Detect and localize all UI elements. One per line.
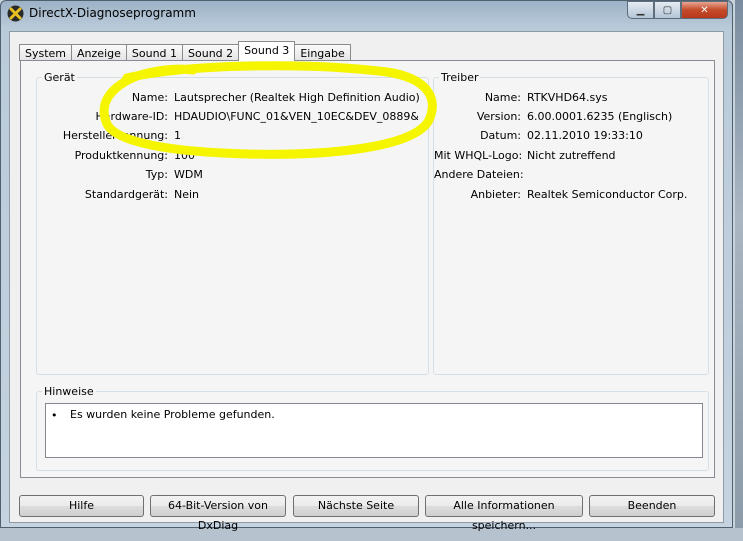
device-name-label: Name:: [131, 91, 168, 104]
driver-date-row: Datum: 02.11.2010 19:33:10: [434, 129, 710, 143]
device-vendor-label: Herstellerkennung:: [62, 129, 168, 142]
device-product-row: Produktkennung: 100: [37, 149, 430, 163]
maximize-button[interactable]: ▢: [654, 1, 681, 19]
device-hwid-label: Hardware-ID:: [95, 110, 169, 123]
dxdiag-64bit-button[interactable]: 64-Bit-Version von DxDiag: [150, 495, 286, 532]
tab-anzeige[interactable]: Anzeige: [71, 44, 127, 61]
driver-date-label: Datum:: [480, 129, 521, 142]
device-name-row: Name: Lautsprecher (Realtek High Definit…: [37, 91, 430, 105]
note-bullet: •: [51, 409, 58, 422]
device-group-title: Gerät: [42, 71, 77, 84]
minimize-button[interactable]: ▁: [627, 1, 654, 19]
tab-sound-3[interactable]: Sound 3: [238, 41, 296, 61]
device-type-row: Typ: WDM: [37, 168, 430, 182]
tab-strip: System Anzeige Sound 1 Sound 2 Sound 3 E…: [19, 41, 351, 61]
driver-name-value: RTKVHD64.sys: [527, 91, 608, 104]
notes-textbox[interactable]: • Es wurden keine Probleme gefunden.: [45, 403, 703, 458]
notes-group: Hinweise • Es wurden keine Probleme gefu…: [36, 385, 709, 471]
next-page-button[interactable]: Nächste Seite: [293, 495, 419, 517]
device-hwid-value: HDAUDIO\FUNC_01&VEN_10EC&DEV_0889&SUBS: [174, 110, 418, 123]
tab-eingabe[interactable]: Eingabe: [294, 44, 351, 61]
directx-app-icon: [7, 5, 24, 22]
device-product-label: Produktkennung:: [74, 149, 168, 162]
save-all-info-button[interactable]: Alle Informationen speichern...: [425, 495, 583, 532]
device-default-label: Standardgerät:: [84, 188, 168, 201]
dialog-client-area: System Anzeige Sound 1 Sound 2 Sound 3 E…: [9, 31, 724, 532]
driver-version-row: Version: 6.00.0001.6235 (Englisch): [434, 110, 710, 124]
dxdiag-window: DirectX-Diagnoseprogramm ▁ ▢ ✕ System An…: [0, 0, 734, 532]
driver-name-row: Name: RTKVHD64.sys: [434, 91, 710, 105]
driver-whql-value: Nicht zutreffend: [527, 149, 616, 162]
help-button[interactable]: Hilfe: [19, 495, 144, 517]
title-bar[interactable]: DirectX-Diagnoseprogramm ▁ ▢ ✕: [1, 1, 734, 27]
driver-otherfiles-row: Andere Dateien:: [434, 168, 710, 182]
device-group: Gerät Name: Lautsprecher (Realtek High D…: [36, 71, 430, 375]
tab-system[interactable]: System: [19, 44, 73, 61]
driver-provider-label: Anbieter:: [470, 188, 521, 201]
tab-sound-1[interactable]: Sound 1: [125, 44, 184, 61]
close-button[interactable]: ✕: [681, 1, 728, 19]
tab-sound-2[interactable]: Sound 2: [182, 44, 240, 61]
device-name-value: Lautsprecher (Realtek High Definition Au…: [174, 91, 420, 104]
exit-button[interactable]: Beenden: [589, 495, 715, 517]
driver-group: Treiber Name: RTKVHD64.sys Version: 6.00…: [433, 71, 710, 375]
window-title: DirectX-Diagnoseprogramm: [29, 6, 196, 20]
driver-whql-label: Mit WHQL-Logo:: [434, 149, 523, 162]
desktop-background-bottom: [0, 528, 743, 541]
desktop-background-strip: [735, 0, 743, 541]
device-type-label: Typ:: [145, 168, 168, 181]
sound-3-tab-page: Gerät Name: Lautsprecher (Realtek High D…: [20, 60, 715, 478]
driver-version-label: Version:: [476, 110, 521, 123]
device-default-value: Nein: [174, 188, 200, 201]
device-default-row: Standardgerät: Nein: [37, 188, 430, 202]
driver-name-label: Name:: [484, 91, 521, 104]
device-vendor-value: 1: [174, 129, 181, 142]
driver-otherfiles-label: Andere Dateien:: [434, 168, 524, 181]
driver-whql-row: Mit WHQL-Logo: Nicht zutreffend: [434, 149, 710, 163]
driver-provider-row: Anbieter: Realtek Semiconductor Corp.: [434, 188, 710, 202]
driver-date-value: 02.11.2010 19:33:10: [527, 129, 643, 142]
driver-group-title: Treiber: [439, 71, 481, 84]
device-vendor-row: Herstellerkennung: 1: [37, 129, 430, 143]
device-product-value: 100: [174, 149, 195, 162]
notes-group-title: Hinweise: [42, 385, 96, 398]
driver-version-value: 6.00.0001.6235 (Englisch): [527, 110, 673, 123]
driver-provider-value: Realtek Semiconductor Corp.: [527, 188, 688, 201]
device-hwid-row: Hardware-ID: HDAUDIO\FUNC_01&VEN_10EC&DE…: [37, 110, 430, 124]
note-item: Es wurden keine Probleme gefunden.: [70, 408, 275, 421]
device-type-value: WDM: [174, 168, 203, 181]
